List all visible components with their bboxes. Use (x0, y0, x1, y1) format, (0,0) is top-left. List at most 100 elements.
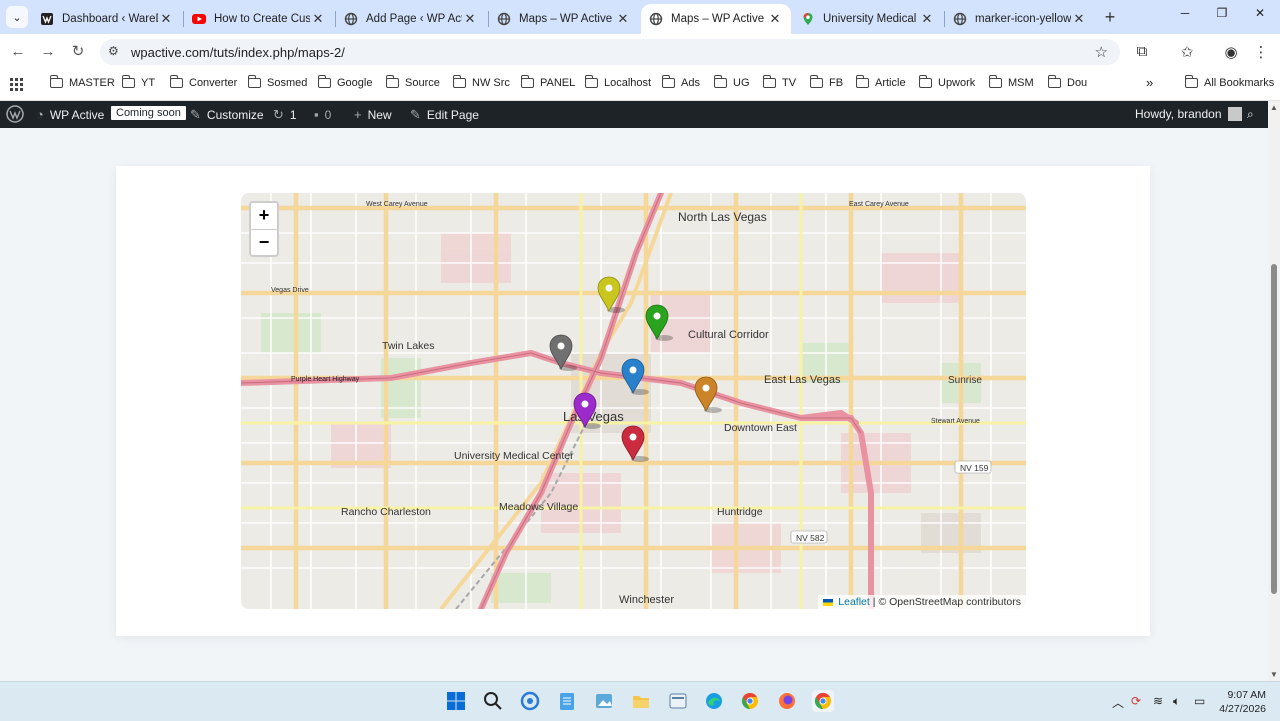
edit-page-link[interactable]: ✎ Edit Page (410, 107, 479, 123)
new-tab-button[interactable]: + (1100, 6, 1120, 28)
marker-grey[interactable] (549, 334, 577, 371)
google-maps-icon (801, 12, 815, 26)
restore-icon[interactable]: ❐ (1212, 6, 1232, 20)
windows-start-icon[interactable] (445, 690, 467, 712)
close-tab-icon[interactable]: ✕ (462, 11, 478, 27)
my-account-link[interactable]: Howdy, brandon (1135, 107, 1242, 121)
close-window-icon[interactable]: ✕ (1250, 6, 1270, 20)
close-tab-icon[interactable]: ✕ (1071, 11, 1087, 27)
edge-browser-icon[interactable] (703, 690, 725, 712)
tab-0[interactable]: Dashboard ‹ WareData ✕ (32, 4, 182, 34)
tab-2[interactable]: Add Page ‹ WP Active ✕ (336, 4, 486, 34)
close-tab-icon[interactable]: ✕ (158, 11, 174, 27)
extensions-icon[interactable]: ⧉ (1133, 43, 1151, 60)
bookmark-folder[interactable]: MSM (988, 75, 1034, 89)
bookmark-folder[interactable]: TV (762, 75, 796, 89)
url-text[interactable]: wpactive.com/tuts/index.php/maps-2/ (131, 45, 345, 60)
reload-icon[interactable]: ↻ (68, 42, 88, 62)
page-content: North Las Vegas Cultural Corridor Twin L… (0, 128, 1268, 681)
folder-icon (762, 75, 776, 88)
photos-icon[interactable] (593, 690, 615, 712)
tab-1[interactable]: How to Create Custom ✕ (184, 4, 334, 34)
bookmark-folder[interactable]: FB (809, 75, 843, 89)
tab-3[interactable]: Maps – WP Active ✕ (489, 4, 639, 34)
bookmarks-manager-icon[interactable]: ✩ (1178, 43, 1196, 61)
more-bookmarks-button[interactable]: » (1146, 75, 1153, 90)
close-tab-icon[interactable]: ✕ (310, 11, 326, 27)
back-arrow-icon[interactable]: ← (8, 42, 28, 62)
bookmark-folder[interactable]: YT (121, 75, 155, 89)
scrollbar-thumb[interactable] (1271, 264, 1277, 594)
show-hidden-icons[interactable]: ︿ (1112, 694, 1124, 711)
network-alert-icon[interactable]: ⟳ (1131, 694, 1141, 708)
bookmark-folder[interactable]: MASTER (49, 75, 115, 89)
search-icon[interactable] (482, 690, 504, 712)
close-tab-icon[interactable]: ✕ (919, 11, 935, 27)
comments-link[interactable]: ▪ 0 (314, 107, 331, 122)
bookmark-folder[interactable]: Article (855, 75, 906, 89)
marker-red[interactable] (621, 425, 649, 462)
battery-icon[interactable]: ▭ (1194, 694, 1205, 708)
bookmark-folder[interactable]: Upwork (918, 75, 975, 89)
bookmark-folder[interactable]: Dou (1047, 75, 1087, 89)
marker-blue[interactable] (621, 358, 649, 395)
updates-link[interactable]: ↻ 1 (273, 107, 297, 123)
minimize-icon[interactable]: ─ (1175, 6, 1195, 20)
forward-arrow-icon[interactable]: → (38, 42, 58, 62)
tab-5[interactable]: University Medical C ✕ (793, 4, 943, 34)
profile-icon[interactable]: ◉ (1222, 43, 1240, 61)
apps-grid-icon[interactable] (10, 78, 23, 91)
zoom-out-button[interactable]: − (251, 229, 277, 256)
marker-violet[interactable] (573, 392, 601, 429)
tab-4-active[interactable]: Maps – WP Active ✕ (641, 4, 791, 34)
marker-green[interactable] (645, 304, 673, 341)
folder-icon (385, 75, 399, 88)
zoom-in-button[interactable]: + (251, 203, 277, 229)
site-info-icon[interactable]: ⚙ (108, 44, 119, 58)
bookmark-folder[interactable]: NW Src (452, 75, 510, 89)
bookmark-folder[interactable]: Localhost (584, 75, 651, 89)
site-name-link[interactable]: ◔ WP Active (36, 107, 104, 122)
leaflet-map[interactable]: North Las Vegas Cultural Corridor Twin L… (241, 193, 1026, 609)
wordpress-logo-icon[interactable] (6, 105, 24, 123)
bookmark-folder[interactable]: Sosmed (247, 75, 307, 89)
copilot-icon[interactable] (519, 690, 541, 712)
search-icon[interactable]: ⌕ (1247, 107, 1254, 122)
system-clock[interactable]: 9:07 AM 4/27/2026 (1219, 688, 1266, 716)
close-tab-icon[interactable]: ✕ (615, 11, 631, 27)
wifi-icon[interactable]: ≋ (1153, 694, 1163, 708)
bookmark-star-icon[interactable]: ☆ (1095, 43, 1108, 61)
bookmark-folder[interactable]: Source (385, 75, 440, 89)
chrome-icon[interactable] (739, 690, 761, 712)
page-scrollbar[interactable]: ▲ ▼ (1268, 101, 1280, 681)
leaflet-link[interactable]: Leaflet (838, 596, 870, 608)
folder-icon (121, 75, 135, 88)
folder-icon (988, 75, 1002, 88)
bookmark-label: UG (733, 77, 750, 89)
marker-yellow[interactable] (597, 276, 625, 313)
volume-icon[interactable]: 🔈︎ (1173, 694, 1180, 709)
scroll-down-icon[interactable]: ▼ (1270, 670, 1278, 679)
new-content-link[interactable]: + New (354, 107, 392, 122)
all-bookmarks-button[interactable]: All Bookmarks (1184, 75, 1274, 89)
notepad-icon[interactable] (556, 690, 578, 712)
firefox-icon[interactable] (776, 690, 798, 712)
bookmark-folder[interactable]: UG (713, 75, 750, 89)
chrome-active-icon[interactable] (812, 690, 834, 712)
close-tab-icon[interactable]: ✕ (767, 11, 783, 27)
scroll-up-icon[interactable]: ▲ (1270, 103, 1278, 112)
menu-kebab-icon[interactable]: ⋮ (1252, 43, 1270, 61)
site-name: WP Active (49, 107, 105, 122)
bookmark-folder[interactable]: Google (317, 75, 372, 89)
bookmark-folder[interactable]: Converter (169, 75, 237, 89)
bookmark-folder[interactable]: PANEL (520, 75, 575, 89)
tab-6[interactable]: marker-icon-yellow.p ✕ (945, 4, 1095, 34)
coming-soon-badge[interactable]: Coming soon (111, 106, 186, 120)
address-bar[interactable]: ⚙ wpactive.com/tuts/index.php/maps-2/ ☆ (100, 39, 1120, 65)
tab-search-button[interactable]: ⌄ (6, 6, 28, 28)
marker-orange[interactable] (694, 376, 722, 413)
bookmark-folder[interactable]: Ads (661, 75, 700, 89)
customize-link[interactable]: ✎ Customize (190, 107, 264, 123)
app-window-icon[interactable] (667, 690, 689, 712)
file-explorer-icon[interactable] (630, 690, 652, 712)
